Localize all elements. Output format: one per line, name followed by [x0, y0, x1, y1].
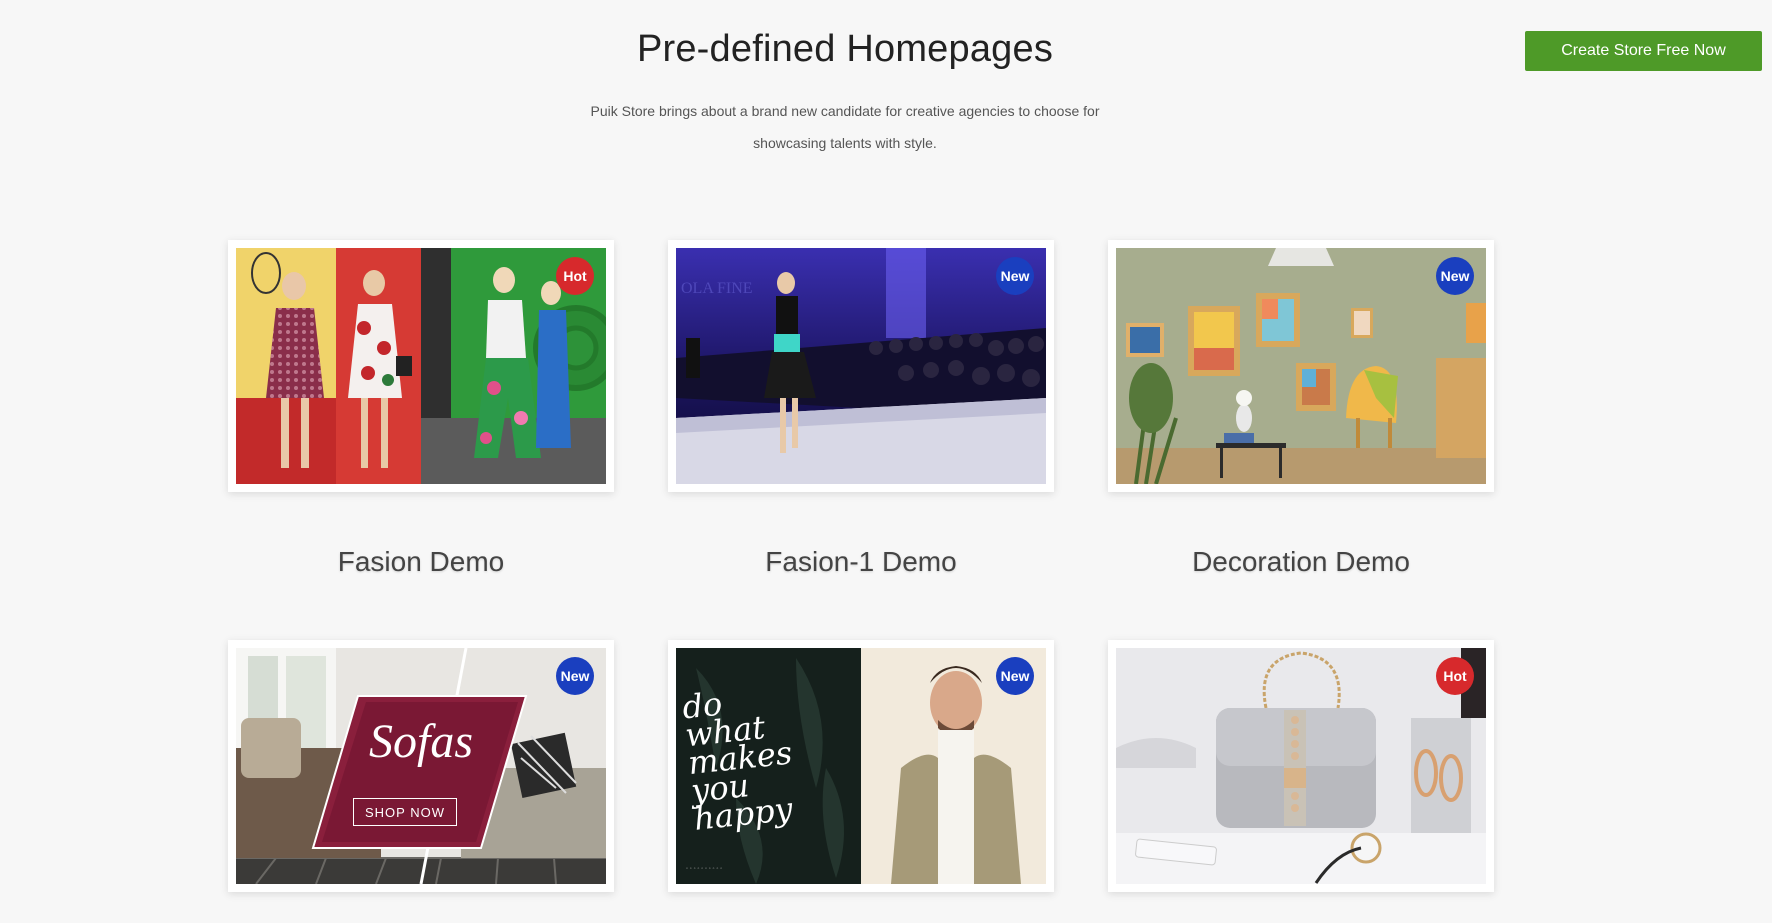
demo-thumbnail-frame[interactable]: Hot: [228, 240, 614, 492]
decor-room-illustration: [1116, 248, 1486, 484]
demo-thumbnail-frame[interactable]: Sofas SHOP NOW New: [228, 640, 614, 892]
menswear-image[interactable]: ◦ ◦ ◦ ◦ ◦ ◦ ◦ ◦ ◦ ◦ do what makes you ha…: [676, 648, 1046, 884]
script-quote-text: do what makes you happy: [680, 684, 795, 838]
new-badge: New: [996, 657, 1034, 695]
fashion-models-image[interactable]: [236, 248, 606, 484]
handbag-accessories-image[interactable]: [1116, 648, 1486, 884]
fashion-models-illustration: [236, 248, 606, 484]
svg-text:OLA FINE: OLA FINE: [681, 280, 753, 297]
shop-now-button[interactable]: SHOP NOW: [353, 798, 457, 826]
demo-thumbnail-frame[interactable]: New: [1108, 240, 1494, 492]
demo-title[interactable]: Fasion Demo: [228, 546, 614, 578]
demo-title[interactable]: Fasion-1 Demo: [668, 546, 1054, 578]
sofas-banner-image[interactable]: Sofas SHOP NOW: [236, 648, 606, 884]
new-badge: New: [996, 257, 1034, 295]
runway-model-image[interactable]: OLA FINE: [676, 248, 1046, 484]
home-decor-image[interactable]: [1116, 248, 1486, 484]
demo-thumbnail-frame[interactable]: Hot: [1108, 640, 1494, 892]
hot-badge: Hot: [556, 257, 594, 295]
runway-illustration: OLA FINE: [676, 248, 1046, 484]
new-badge: New: [556, 657, 594, 695]
hot-badge: Hot: [1436, 657, 1474, 695]
handbag-illustration: [1116, 648, 1486, 884]
svg-text:◦ ◦ ◦ ◦ ◦ ◦ ◦ ◦ ◦ ◦: ◦ ◦ ◦ ◦ ◦ ◦ ◦ ◦ ◦ ◦: [686, 866, 722, 872]
demo-title[interactable]: Decoration Demo: [1108, 546, 1494, 578]
demo-grid: Hot Fasion Demo OLA FINE New Fasion-1 De…: [0, 0, 1772, 923]
sofas-banner-heading: Sofas: [368, 715, 473, 768]
demo-thumbnail-frame[interactable]: ◦ ◦ ◦ ◦ ◦ ◦ ◦ ◦ ◦ ◦ do what makes you ha…: [668, 640, 1054, 892]
demo-thumbnail-frame[interactable]: OLA FINE New: [668, 240, 1054, 492]
new-badge: New: [1436, 257, 1474, 295]
